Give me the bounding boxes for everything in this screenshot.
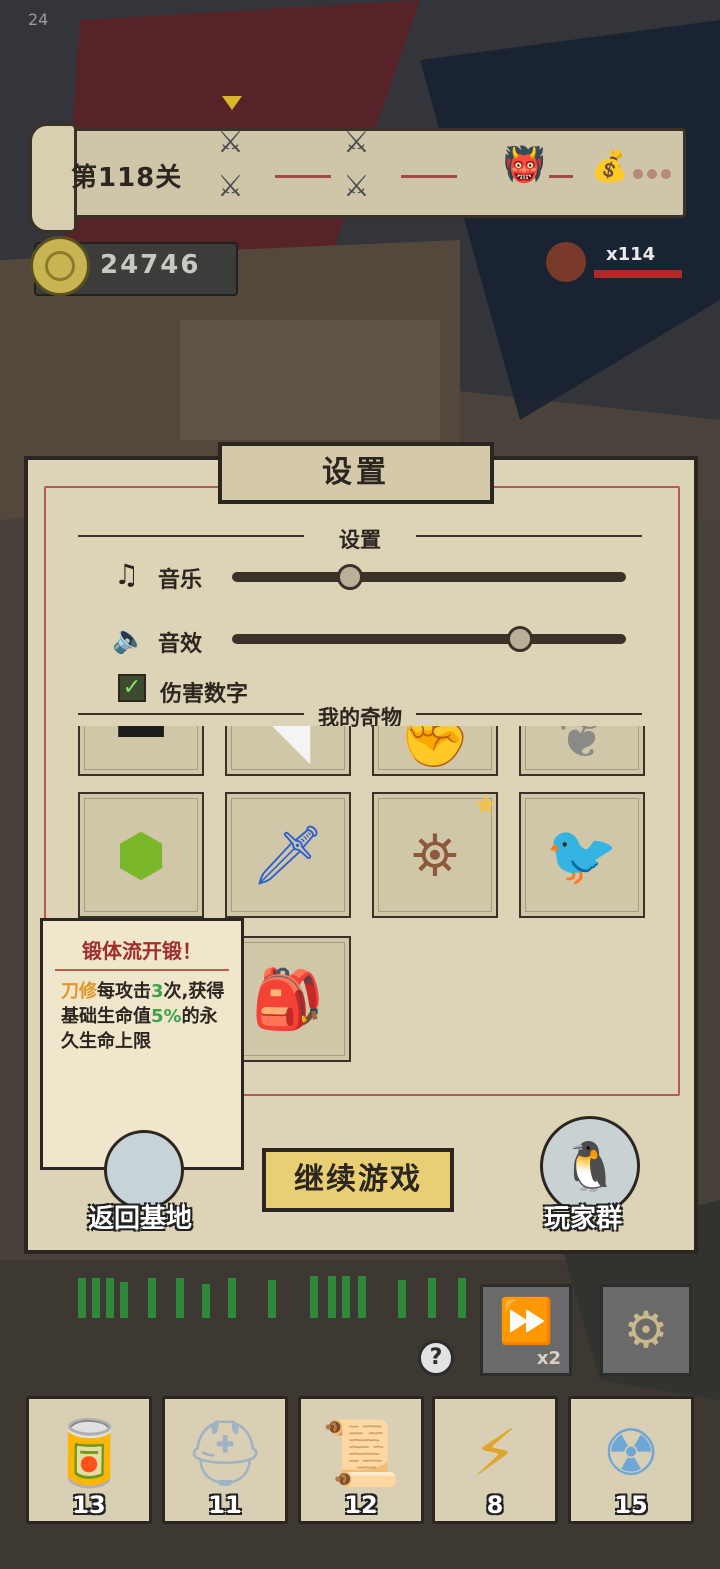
unit-health-bars <box>78 1276 466 1318</box>
treasure-bag-icon: 💰 <box>591 149 629 184</box>
progress-dot <box>647 169 657 179</box>
progress-dot <box>661 169 671 179</box>
consumable-slot[interactable]: 📜 12 <box>298 1396 424 1524</box>
sfx-slider-knob[interactable] <box>506 626 533 652</box>
check-icon: ✓ <box>122 675 142 700</box>
path-dash <box>549 175 573 178</box>
item-white-feather-icon: ◥ <box>265 726 311 771</box>
items-section-header: 我的奇物 <box>78 702 642 730</box>
item-fist-icon: ✊ <box>398 726 472 771</box>
crossed-swords-icon: ⚔ <box>343 169 370 204</box>
crossed-swords-icon: ⚔ <box>217 169 244 204</box>
consumable-slot[interactable]: ☢ 15 <box>568 1396 694 1524</box>
item-dark-box-icon: ▀ <box>118 726 164 771</box>
tooltip-percent: 5% <box>151 1006 182 1027</box>
item-green-armor-orb-icon: ⬢ <box>115 821 167 889</box>
music-note-icon: ♫ <box>114 558 140 591</box>
enemy-avatar-icon <box>546 242 586 282</box>
consumable-count: 12 <box>344 1491 378 1519</box>
fps-counter: 24 <box>28 10 49 29</box>
consumable-slot[interactable]: ⛑ 11 <box>162 1396 288 1524</box>
item-slot[interactable]: ⬢ <box>78 792 204 918</box>
consumable-slot[interactable]: ⚡ 8 <box>432 1396 558 1524</box>
consumable-count: 13 <box>72 1491 106 1519</box>
item-slot[interactable]: ❦ <box>519 726 645 776</box>
item-slot[interactable]: ◥ <box>225 726 351 776</box>
dialog-title: 设置 <box>322 455 390 490</box>
continue-game-button[interactable]: 继续游戏 <box>262 1148 454 1212</box>
fast-forward-icon: ⏩ <box>498 1296 554 1347</box>
consumable-count: 8 <box>486 1491 504 1519</box>
consumable-slot[interactable]: 🥫 13 <box>26 1396 152 1524</box>
tooltip-hero-name: 刀修 <box>61 981 97 1002</box>
dialog-title-plate: 设置 <box>218 442 494 504</box>
sfx-slider[interactable] <box>232 634 626 644</box>
settings-gear-button[interactable]: ⚙ <box>600 1284 692 1376</box>
settings-section-header: 设置 <box>78 524 642 552</box>
damage-numbers-checkbox[interactable]: ✓ <box>118 674 146 702</box>
speaker-icon: 🔈 <box>112 622 147 655</box>
penguin-icon: 🐧 <box>560 1139 620 1195</box>
settings-section-label: 设置 <box>339 528 381 552</box>
item-blue-sword-icon: 🗡 <box>251 821 325 889</box>
crossed-swords-icon: ⚔ <box>217 125 244 160</box>
star-icon: ★ <box>472 788 498 821</box>
help-button[interactable]: ? <box>418 1340 454 1376</box>
path-dash <box>275 175 331 178</box>
enemy-count: x114 <box>606 244 656 265</box>
level-progress-banner: 第118关 ⚔ ⚔ ⚔ ⚔ 👹 💰 <box>29 123 686 233</box>
tooltip-title: 锻体流开锻！ <box>82 939 202 963</box>
item-backpack-icon: 🎒 <box>251 965 325 1033</box>
progress-dot <box>633 169 643 179</box>
tooltip-body: 刀修每攻击3次,获得基础生命值5%的永久生命上限 <box>61 979 231 1054</box>
speed-label: x2 <box>536 1348 561 1369</box>
path-dash <box>401 175 457 178</box>
tooltip-divider <box>55 969 229 971</box>
player-group-label[interactable]: 玩家群 <box>544 1198 622 1235</box>
item-slot[interactable]: ⛯ ★ <box>372 788 498 918</box>
coin-icon <box>30 236 90 296</box>
demon-boss-icon: 👹 <box>503 145 546 185</box>
item-slot[interactable]: 🐦 <box>519 792 645 918</box>
item-blue-pigeon-icon: 🐦 <box>545 821 619 889</box>
item-slot[interactable]: ▀ <box>78 726 204 776</box>
sfx-label: 音效 <box>158 632 203 657</box>
music-label: 音乐 <box>158 568 203 593</box>
tooltip-attack-count: 3 <box>151 981 164 1002</box>
item-grey-feather-icon: ❦ <box>557 726 607 771</box>
coin-value: 24746 <box>100 250 201 280</box>
tooltip-text: 每攻击 <box>97 981 151 1002</box>
level-label: 第118关 <box>71 163 183 193</box>
current-stage-marker <box>222 96 242 110</box>
question-mark-icon: ? <box>429 1345 443 1370</box>
return-base-label[interactable]: 返回基地 <box>88 1198 192 1235</box>
consumable-count: 11 <box>208 1491 242 1519</box>
crossed-swords-icon: ⚔ <box>343 125 370 160</box>
gear-icon: ⚙ <box>623 1301 669 1359</box>
music-slider[interactable] <box>232 572 626 582</box>
consumable-count: 15 <box>614 1491 648 1519</box>
item-slot[interactable]: ✊ <box>372 726 498 776</box>
enemy-health-bar <box>594 270 682 278</box>
music-slider-knob[interactable] <box>337 564 364 590</box>
item-slot[interactable]: 🗡 <box>225 792 351 918</box>
continue-game-label: 继续游戏 <box>294 1162 422 1197</box>
speed-toggle-button[interactable]: ⏩ x2 <box>480 1284 572 1376</box>
scroll-ornament <box>29 123 77 233</box>
